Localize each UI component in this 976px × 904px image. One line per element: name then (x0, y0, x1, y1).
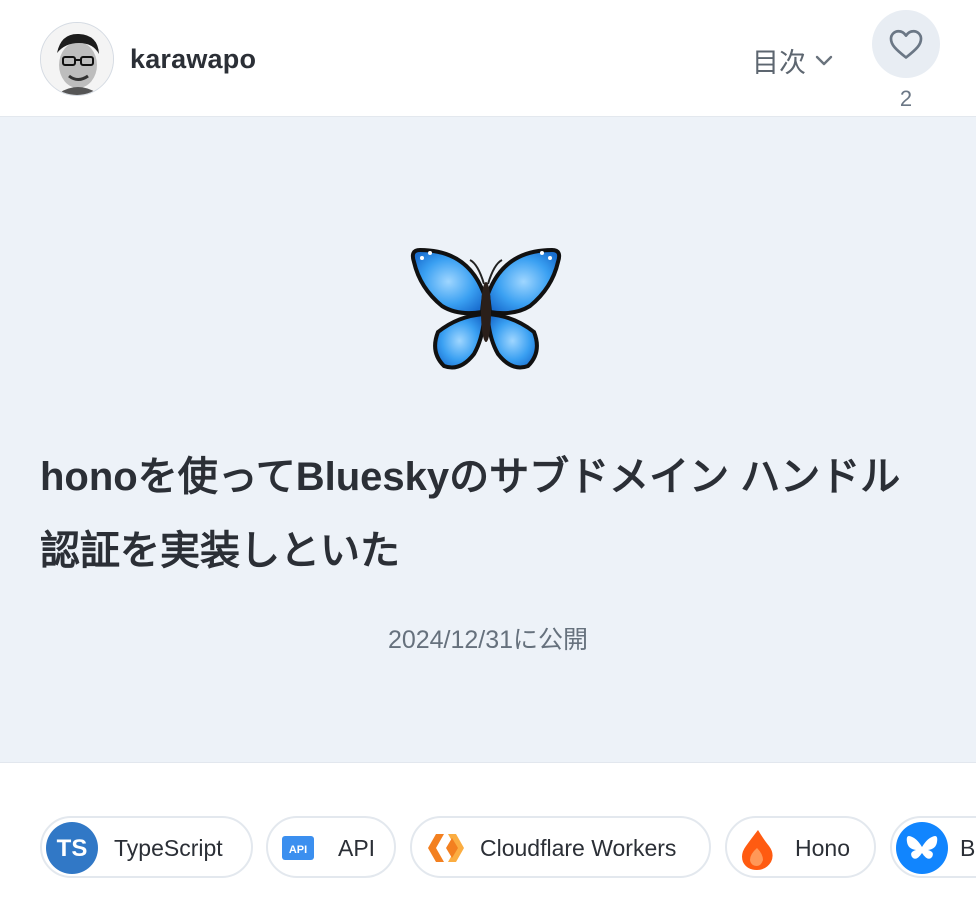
butterfly-icon (410, 247, 562, 370)
topic-bluesky[interactable]: B (890, 816, 976, 878)
heart-icon (889, 29, 923, 59)
like-button[interactable] (872, 10, 940, 78)
topic-typescript[interactable]: TS TypeScript (40, 816, 253, 878)
topic-cloudflare-workers[interactable]: Cloudflare Workers (410, 816, 711, 878)
author-name[interactable]: karawapo (130, 44, 256, 75)
topic-list: TS TypeScript API API Cloudflare Workers… (0, 816, 976, 886)
article-title-line-1: honoを使ってBlueskyのサブドメイン ハンドル (40, 455, 901, 499)
like-count: 2 (899, 86, 913, 111)
chevron-down-icon (815, 55, 833, 66)
hono-icon (742, 830, 773, 870)
api-icon: API (282, 836, 314, 860)
article-title: honoを使ってBlueskyのサブドメイン ハンドル 認証を実装しといた (40, 440, 940, 588)
toc-dropdown[interactable]: 目次 (752, 40, 834, 80)
api-icon-text: API (289, 844, 307, 856)
topic-label: Cloudflare Workers (480, 835, 677, 861)
topic-label: API (338, 835, 376, 861)
toc-label: 目次 (752, 47, 806, 78)
cloudflare-workers-icon (428, 834, 464, 862)
topic-label: Hono (795, 835, 850, 861)
topic-label: TypeScript (114, 835, 223, 861)
article-title-line-2: 認証を実装しといた (40, 529, 400, 573)
topic-label: B (960, 835, 976, 861)
typescript-icon: TS (46, 822, 98, 874)
typescript-icon-text: TS (57, 835, 88, 862)
author-avatar[interactable] (40, 22, 114, 96)
avatar-image (41, 23, 113, 95)
topic-api[interactable]: API API (266, 816, 396, 878)
article-header: karawapo 目次 2 (0, 0, 976, 117)
published-date: 2024/12/31に公開 (387, 626, 589, 654)
bluesky-icon (896, 822, 948, 874)
topic-hono[interactable]: Hono (725, 816, 876, 878)
